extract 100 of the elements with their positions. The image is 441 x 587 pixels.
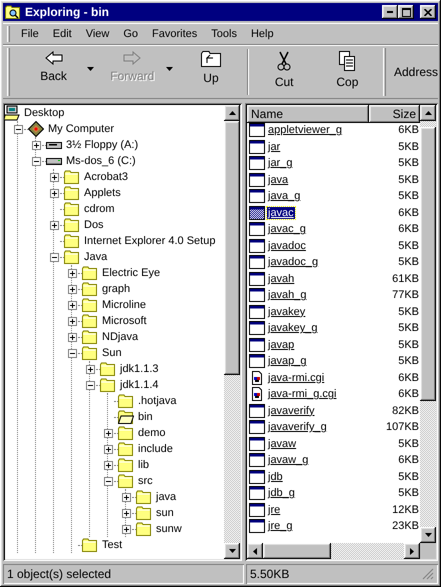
- folder-name[interactable]: Ms-dos_6 (C:): [64, 155, 138, 167]
- folder-name[interactable]: sun: [154, 507, 176, 519]
- folder-name[interactable]: include: [136, 443, 175, 455]
- collapse-icon[interactable]: [104, 476, 112, 486]
- expand-icon[interactable]: [68, 268, 76, 278]
- folder-name[interactable]: sunw: [154, 523, 184, 535]
- file-name[interactable]: javaw: [267, 438, 298, 450]
- scroll-thumb[interactable]: [263, 543, 331, 559]
- folder-name[interactable]: lib: [136, 459, 152, 471]
- close-button[interactable]: [420, 5, 436, 19]
- folder-name[interactable]: src: [136, 475, 155, 487]
- scroll-up-button[interactable]: [420, 105, 436, 121]
- file-name[interactable]: java-rmi.cgi: [267, 372, 326, 384]
- expand-icon[interactable]: [50, 188, 58, 198]
- folder-name[interactable]: jdk1.1.3: [118, 363, 161, 375]
- expand-icon[interactable]: [50, 220, 58, 230]
- folder-name[interactable]: bin: [136, 411, 155, 423]
- expand-icon[interactable]: [50, 172, 58, 182]
- folder-name[interactable]: Internet Explorer 4.0 Setup: [82, 235, 218, 247]
- folder-name[interactable]: Acrobat3: [82, 171, 130, 183]
- folder-name[interactable]: jdk1.1.4: [118, 379, 161, 391]
- file-name[interactable]: javadoc: [267, 240, 307, 252]
- scroll-down-button[interactable]: [420, 527, 436, 543]
- file-name[interactable]: javaverify: [267, 404, 316, 417]
- folder-name[interactable]: cdrom: [82, 203, 117, 215]
- toolbar-button[interactable]: Cut: [252, 46, 316, 98]
- expand-icon[interactable]: [68, 316, 76, 326]
- scroll-down-button[interactable]: [224, 543, 240, 559]
- expand-icon[interactable]: [68, 332, 76, 342]
- file-name[interactable]: javakey_g: [267, 322, 319, 334]
- file-name[interactable]: javaw_g: [267, 454, 310, 466]
- scroll-right-button[interactable]: [404, 543, 420, 559]
- folder-name[interactable]: Microsoft: [100, 315, 149, 327]
- vertical-scrollbar[interactable]: [224, 105, 240, 559]
- file-name[interactable]: javah_g: [267, 289, 308, 302]
- file-name[interactable]: jre: [267, 504, 282, 516]
- file-name[interactable]: javah: [267, 272, 296, 285]
- file-name[interactable]: javadoc_g: [267, 256, 320, 268]
- folder-name[interactable]: demo: [136, 427, 168, 439]
- folder-name[interactable]: Dos: [82, 219, 106, 231]
- file-name[interactable]: javaverify_g: [267, 421, 328, 434]
- expand-icon[interactable]: [122, 524, 130, 534]
- folder-name[interactable]: Java: [82, 251, 110, 263]
- expand-icon[interactable]: [122, 492, 130, 502]
- file-name[interactable]: java_g: [267, 190, 302, 202]
- file-name[interactable]: javap_g: [267, 355, 308, 368]
- folder-name[interactable]: java: [154, 491, 178, 503]
- expand-icon[interactable]: [104, 444, 112, 454]
- scroll-up-button[interactable]: [224, 105, 240, 121]
- expand-icon[interactable]: [68, 284, 76, 294]
- file-name[interactable]: jdb: [267, 470, 284, 483]
- expand-icon[interactable]: [32, 140, 40, 150]
- collapse-icon[interactable]: [50, 252, 58, 262]
- file-name[interactable]: java: [267, 174, 290, 186]
- folder-name[interactable]: NDjava: [100, 331, 140, 343]
- menu-item[interactable]: Favorites: [145, 25, 204, 43]
- file-name[interactable]: jdb_g: [267, 487, 296, 500]
- folder-name[interactable]: Applets: [82, 187, 123, 199]
- expand-icon[interactable]: [122, 508, 130, 518]
- column-header[interactable]: Size: [369, 105, 420, 123]
- expand-icon[interactable]: [104, 460, 112, 470]
- folder-name[interactable]: Sun: [100, 347, 124, 359]
- maximize-button[interactable]: [398, 5, 414, 19]
- folder-name[interactable]: Microline: [100, 299, 148, 311]
- toolbar-button[interactable]: Cop: [316, 46, 379, 98]
- menu-item[interactable]: Edit: [46, 25, 79, 43]
- file-name[interactable]: jar: [267, 140, 282, 153]
- collapse-icon[interactable]: [68, 348, 76, 358]
- folder-name[interactable]: 3½ Floppy (A:): [64, 139, 140, 151]
- menu-item[interactable]: Tools: [204, 25, 244, 43]
- file-name[interactable]: javac_g: [267, 223, 307, 236]
- file-name[interactable]: javakey: [267, 306, 306, 318]
- vertical-scrollbar[interactable]: [420, 105, 436, 543]
- column-header[interactable]: Name: [247, 105, 369, 123]
- horizontal-scrollbar[interactable]: [247, 543, 420, 559]
- scroll-thumb[interactable]: [420, 127, 436, 401]
- menu-item[interactable]: View: [78, 25, 116, 43]
- expand-icon[interactable]: [104, 428, 112, 438]
- expand-icon[interactable]: [86, 364, 94, 374]
- folder-name[interactable]: Desktop: [22, 107, 66, 119]
- toolbar-button[interactable]: Up: [179, 46, 243, 98]
- file-name[interactable]: jar_g: [267, 157, 294, 170]
- minimize-button[interactable]: [382, 5, 398, 19]
- scroll-thumb[interactable]: [224, 121, 240, 375]
- menu-item[interactable]: File: [14, 25, 46, 43]
- file-name[interactable]: jre_g: [267, 520, 294, 532]
- folder-name[interactable]: .hotjava: [136, 395, 179, 407]
- folder-name[interactable]: graph: [100, 283, 132, 295]
- expand-icon[interactable]: [68, 300, 76, 310]
- file-name[interactable]: java-rmi_g.cgi: [267, 388, 338, 400]
- menu-item[interactable]: Go: [116, 25, 146, 43]
- menu-item[interactable]: Help: [244, 25, 281, 43]
- folder-name[interactable]: My Computer: [46, 123, 116, 135]
- scroll-left-button[interactable]: [247, 543, 263, 559]
- file-name[interactable]: javac: [267, 206, 295, 219]
- file-name[interactable]: javap: [267, 338, 296, 351]
- toolbar-button[interactable]: Back: [22, 46, 86, 98]
- collapse-icon[interactable]: [32, 156, 40, 166]
- collapse-icon[interactable]: [14, 124, 22, 134]
- folder-name[interactable]: Electric Eye: [100, 267, 162, 279]
